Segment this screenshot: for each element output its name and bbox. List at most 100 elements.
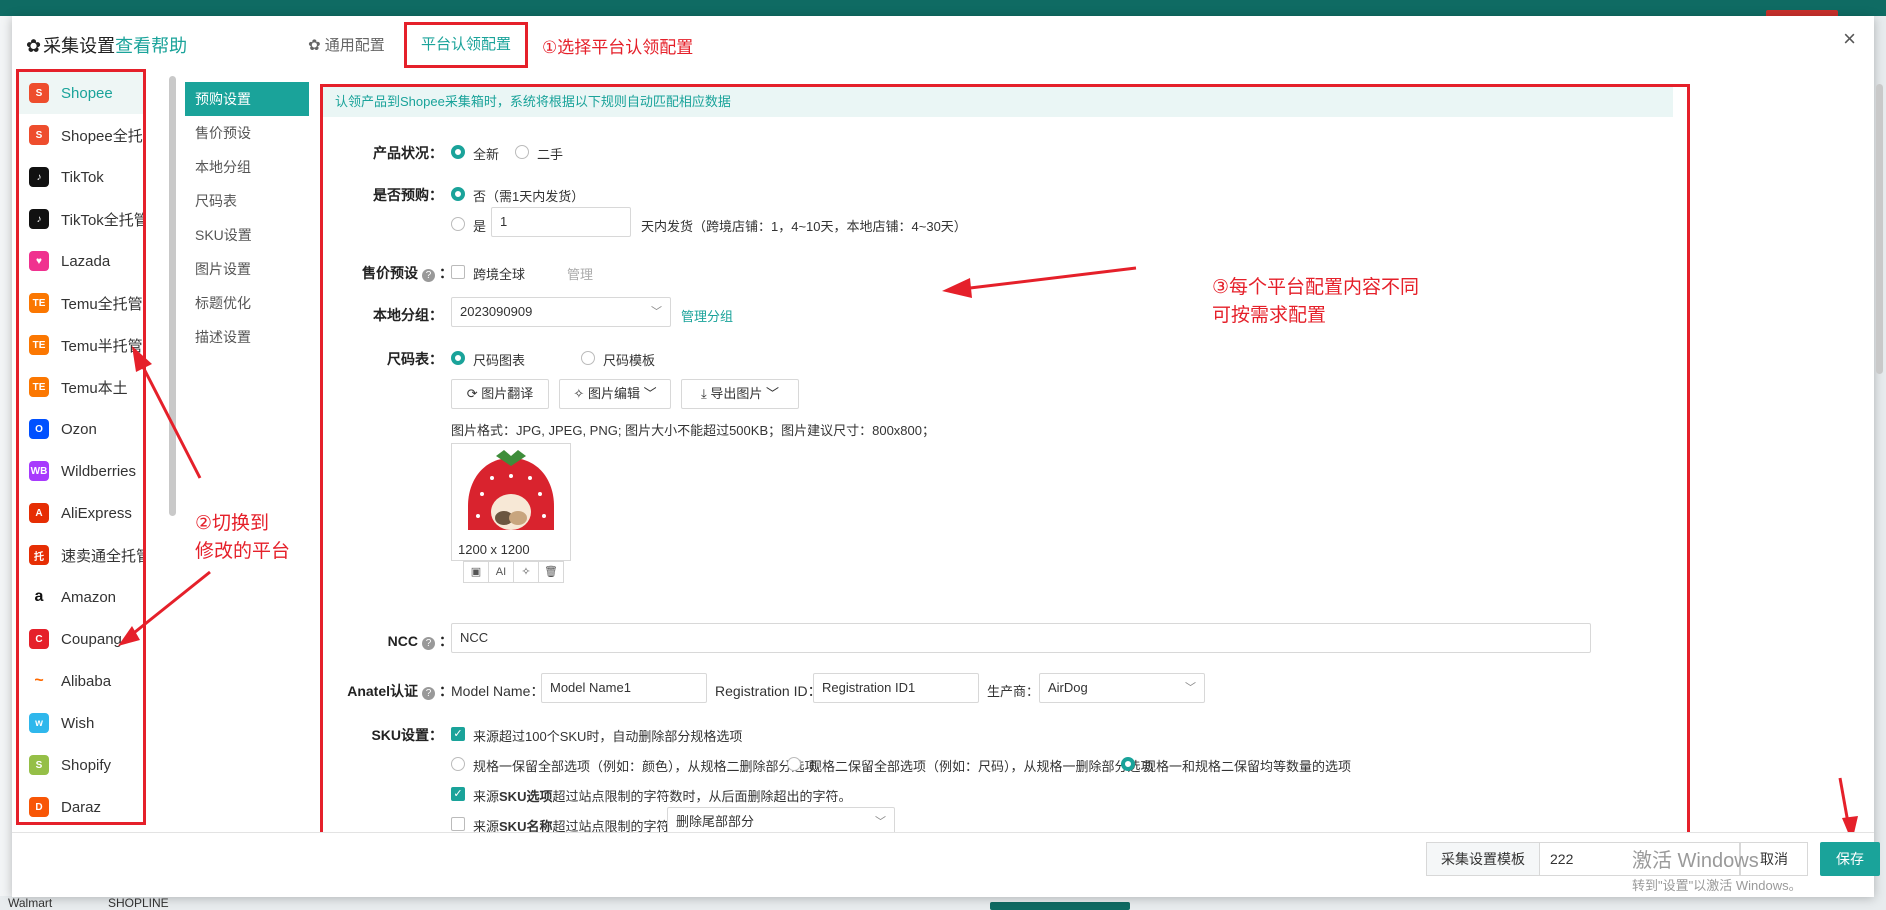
subnav-item[interactable]: 售价预设 xyxy=(185,116,309,150)
sku-rule-spec1-radio[interactable] xyxy=(451,757,465,771)
info-bar: 认领产品到Shopee采集箱时，系统将根据以下规则自动匹配相应数据 xyxy=(323,87,1673,117)
preorder-yes-radio[interactable] xyxy=(451,217,465,231)
ncc-label-text: NCC xyxy=(387,633,418,649)
platform-item-label: Daraz xyxy=(61,798,102,816)
platform-item[interactable]: ♥ Lazada xyxy=(19,240,143,282)
size-chart-template-radio[interactable] xyxy=(581,351,595,365)
subnav-item[interactable]: 尺码表 xyxy=(185,184,309,218)
shopee-icon: S xyxy=(29,125,49,145)
temu-icon: TE xyxy=(29,377,49,397)
platform-list-scrollbar[interactable] xyxy=(169,76,176,516)
condition-new-label: 全新 xyxy=(473,147,500,162)
subnav-item[interactable]: 描述设置 xyxy=(185,320,309,354)
trash-icon[interactable]: 🗑 xyxy=(539,562,563,582)
platform-item[interactable]: TE Temu本土 xyxy=(19,366,143,408)
platform-item[interactable]: TE Temu半托管 xyxy=(19,324,143,366)
watermark-line2: 转到"设置"以激活 Windows。 xyxy=(1632,878,1802,893)
background-bar xyxy=(990,902,1130,910)
annotation-step1: ①选择平台认领配置 xyxy=(542,38,694,57)
manage-group-link[interactable]: 管理分组 xyxy=(681,306,733,325)
image-format-hint: 图片格式：JPG, JPEG, PNG; 图片大小不能超过500KB；图片建议尺… xyxy=(451,423,935,438)
refresh-icon: ⟳ xyxy=(466,386,482,401)
registration-id-input[interactable]: Registration ID1 xyxy=(813,673,979,703)
sku-rule-equal-label: 规格一和规格二保留均等数量的选项 xyxy=(1143,759,1352,774)
save-button[interactable]: 保存 xyxy=(1820,842,1880,876)
platform-item[interactable]: TE Temu全托管 xyxy=(19,282,143,324)
export-image-button[interactable]: ⤓ 导出图片 ﹀ xyxy=(681,379,799,409)
platform-item[interactable]: ~ Alibaba xyxy=(19,660,143,702)
platform-item[interactable]: O Ozon xyxy=(19,408,143,450)
preorder-days-input[interactable]: 1 xyxy=(491,207,631,237)
platform-item[interactable]: a Amazon xyxy=(19,576,143,618)
dialog-scrollbar[interactable] xyxy=(1876,84,1883,374)
export-image-label: 导出图片 xyxy=(710,386,763,401)
help-icon: ? xyxy=(422,637,435,650)
price-preset-global-checkbox[interactable] xyxy=(451,265,465,279)
sku-over-100-checkbox[interactable]: ✓ xyxy=(451,727,465,741)
ncc-input[interactable]: NCC xyxy=(451,623,1591,653)
subnav-item[interactable]: 预购设置 xyxy=(185,82,309,116)
image-replace-icon[interactable]: ▣ xyxy=(464,562,489,582)
platform-item-label: Alibaba xyxy=(61,672,112,690)
ozon-icon: O xyxy=(29,419,49,439)
platform-item-label: Ozon xyxy=(61,420,97,438)
anatel-label: Anatel认证?： xyxy=(347,683,453,700)
platform-settings-content: 认领产品到Shopee采集箱时，系统将根据以下规则自动匹配相应数据 产品状况： … xyxy=(320,84,1690,845)
image-translate-button[interactable]: ⟳ 图片翻译 xyxy=(451,379,549,409)
platform-item[interactable]: S Shopify xyxy=(19,744,143,786)
sku-option-trim-checkbox[interactable]: ✓ xyxy=(451,787,465,801)
local-group-select[interactable]: 2023090909 ﹀ xyxy=(451,297,671,327)
dialog-title-text: 采集设置 xyxy=(43,36,116,56)
platform-item[interactable]: S Shopee全托管 xyxy=(19,114,143,156)
platform-item-label: TikTok xyxy=(61,168,104,186)
preorder-yes-label: 是 xyxy=(473,219,487,234)
sku-name-trim-value: 删除尾部部分 xyxy=(676,814,755,829)
image-edit-button[interactable]: ✧ 图片编辑 ﹀ xyxy=(559,379,671,409)
preorder-no-label: 否（需1天内发货） xyxy=(473,189,585,204)
platform-item[interactable]: ♪ TikTok全托管 xyxy=(19,198,143,240)
sku-rule-spec2-radio[interactable] xyxy=(787,757,801,771)
subnav-item[interactable]: 标题优化 xyxy=(185,286,309,320)
platform-item[interactable]: ♪ TikTok xyxy=(19,156,143,198)
platform-item[interactable]: w Wish xyxy=(19,702,143,744)
magic-wand-icon[interactable]: ✧ xyxy=(514,562,539,582)
tab-platform-config[interactable]: 平台认领配置 xyxy=(404,22,528,68)
subnav-item[interactable]: SKU设置 xyxy=(185,218,309,252)
platform-item[interactable]: S Shopee xyxy=(19,72,143,114)
platform-item[interactable]: A AliExpress xyxy=(19,492,143,534)
watermark-line1: 激活 Windows xyxy=(1632,850,1759,872)
sku-rule-equal-radio[interactable] xyxy=(1121,757,1135,771)
preorder-no-radio[interactable] xyxy=(451,187,465,201)
platform-item[interactable]: WB Wildberries xyxy=(19,450,143,492)
size-chart-image-card[interactable]: 1200 x 1200 xyxy=(451,443,571,561)
platform-item-label: Temu全托管 xyxy=(61,295,143,313)
platform-item[interactable]: D Daraz xyxy=(19,786,143,822)
chevron-down-icon: ﹀ xyxy=(639,386,657,401)
tiktok-icon: ♪ xyxy=(29,209,49,229)
ai-tool-button[interactable]: AI xyxy=(489,562,514,582)
platform-item[interactable]: 托速卖通全托管 xyxy=(19,534,143,576)
price-preset-manage[interactable]: 管理 xyxy=(567,264,593,283)
condition-new-radio[interactable] xyxy=(451,145,465,159)
platform-item-label: Lazada xyxy=(61,252,111,270)
close-icon[interactable]: × xyxy=(1843,26,1856,52)
tab-general-config[interactable]: ✿ 通用配置 xyxy=(308,34,385,55)
sku-name-trim-checkbox[interactable] xyxy=(451,817,465,831)
local-group-label: 本地分组： xyxy=(373,307,443,323)
manufacturer-select[interactable]: AirDog ﹀ xyxy=(1039,673,1205,703)
platform-item-label: TikTok全托管 xyxy=(61,211,146,229)
sku-option-trim-pre: 来源 xyxy=(473,789,500,804)
preorder-label: 是否预购： xyxy=(373,187,443,203)
size-chart-image-radio[interactable] xyxy=(451,351,465,365)
platform-item[interactable]: C Coupang xyxy=(19,618,143,660)
magic-wand-icon: ✧ xyxy=(573,386,588,401)
condition-used-radio[interactable] xyxy=(515,145,529,159)
preorder-days-hint: 天内发货（跨境店铺：1，4~10天，本地店铺：4~30天） xyxy=(641,219,967,234)
model-name-input[interactable]: Model Name1 xyxy=(541,673,707,703)
annotation-step2-line1: ②切换到 xyxy=(195,513,270,534)
subnav-item[interactable]: 图片设置 xyxy=(185,252,309,286)
subnav-item[interactable]: 本地分组 xyxy=(185,150,309,184)
help-link[interactable]: 查看帮助 xyxy=(115,36,187,56)
condition-used-label: 二手 xyxy=(537,147,564,162)
registration-id-label: Registration ID： xyxy=(715,683,822,699)
